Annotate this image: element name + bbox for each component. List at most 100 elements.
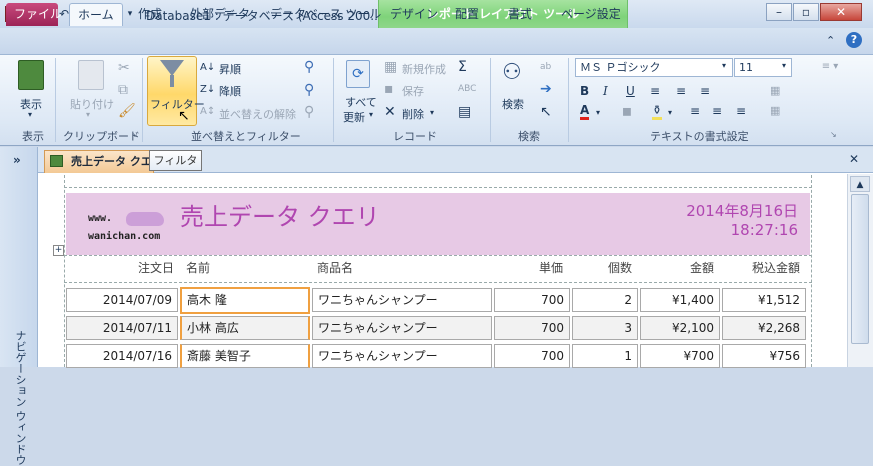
view-icon[interactable] bbox=[18, 60, 44, 90]
new-record-icon[interactable]: ▦ bbox=[384, 59, 397, 75]
alternate-row-icon[interactable]: ▦ bbox=[770, 104, 780, 117]
toggle-filter-icon[interactable]: ⚲ bbox=[304, 104, 314, 120]
nav-pane-label[interactable]: ナビゲーション ウィンドウ bbox=[12, 330, 28, 466]
tab-external-data[interactable]: 外部データ bbox=[182, 3, 258, 26]
selection-filter-icon[interactable]: ⚲ bbox=[304, 59, 314, 75]
advanced-filter-icon[interactable]: ⚲ bbox=[304, 82, 314, 98]
fill-dropdown-icon[interactable]: ▾ bbox=[668, 108, 672, 117]
tab-database-tools[interactable]: データベース ツール bbox=[262, 3, 389, 26]
sort-descending-icon[interactable]: Z↓ bbox=[200, 82, 215, 98]
paste-dropdown-icon[interactable]: ▾ bbox=[86, 110, 90, 119]
delete-label[interactable]: 削除 bbox=[402, 106, 424, 122]
gridlines-icon[interactable]: ▦ bbox=[770, 84, 780, 97]
save-record-icon[interactable]: ▪ bbox=[384, 81, 394, 97]
clipboard-launcher-icon[interactable]: ↘ bbox=[131, 130, 138, 139]
col-header-order-date[interactable]: 注文日 bbox=[68, 259, 174, 276]
col-header-name[interactable]: 名前 bbox=[186, 259, 210, 276]
minimize-ribbon-icon[interactable]: ⌃ bbox=[826, 34, 835, 47]
cell-tax-included[interactable]: ¥2,268 bbox=[722, 316, 806, 340]
underline-icon[interactable]: U bbox=[626, 84, 635, 98]
bold-icon[interactable]: B bbox=[580, 84, 589, 98]
cell-order-date[interactable]: 2014/07/16 bbox=[66, 344, 178, 368]
fill-color-icon[interactable]: ⚱ bbox=[652, 104, 663, 120]
cell-quantity[interactable]: 3 bbox=[572, 316, 638, 340]
goto-icon[interactable]: ➔ bbox=[540, 81, 552, 97]
clear-sort-label[interactable]: 並べ替えの解除 bbox=[219, 106, 296, 122]
paragraph-right-icon[interactable]: ≡ bbox=[736, 104, 746, 118]
refresh-all-label-2[interactable]: 更新 bbox=[343, 109, 365, 125]
close-window-button[interactable]: ✕ bbox=[820, 3, 862, 21]
spelling-icon[interactable]: ABC bbox=[458, 81, 476, 97]
maximize-button[interactable]: ▫ bbox=[793, 3, 819, 21]
save-record-label[interactable]: 保存 bbox=[402, 83, 424, 99]
cell-unit-price[interactable]: 700 bbox=[494, 288, 570, 312]
cell-quantity[interactable]: 1 bbox=[572, 344, 638, 368]
paste-icon[interactable] bbox=[78, 60, 104, 90]
align-right-icon[interactable]: ≡ bbox=[700, 84, 710, 98]
format-painter-icon[interactable]: 🖌 bbox=[118, 103, 136, 119]
cell-tax-included[interactable]: ¥1,512 bbox=[722, 288, 806, 312]
scroll-up-icon[interactable]: ▲ bbox=[850, 176, 870, 192]
scrollbar-thumb[interactable] bbox=[851, 194, 869, 344]
cell-quantity[interactable]: 2 bbox=[572, 288, 638, 312]
totals-icon[interactable]: Σ bbox=[458, 59, 467, 75]
italic-icon[interactable]: I bbox=[603, 84, 608, 98]
clear-sort-icon[interactable]: A↕ bbox=[200, 104, 215, 120]
col-header-quantity[interactable]: 個数 bbox=[574, 259, 632, 276]
font-color-dropdown-icon[interactable]: ▾ bbox=[596, 108, 600, 117]
select-icon[interactable]: ↖ bbox=[540, 104, 552, 120]
report-date[interactable]: 2014年8月16日 bbox=[640, 200, 798, 221]
tab-home[interactable]: ホーム bbox=[69, 3, 123, 26]
size-dropdown-icon[interactable]: ▾ bbox=[782, 61, 786, 70]
sort-ascending-icon[interactable]: A↓ bbox=[200, 60, 215, 76]
paragraph-left-icon[interactable]: ≡ bbox=[690, 104, 700, 118]
refresh-all-icon[interactable]: ⟳ bbox=[346, 60, 370, 88]
col-header-amount[interactable]: 金額 bbox=[644, 259, 714, 276]
tab-design[interactable]: デザイン bbox=[382, 3, 446, 26]
expand-nav-pane-icon[interactable]: » bbox=[13, 153, 21, 167]
font-dropdown-icon[interactable]: ▾ bbox=[722, 61, 726, 70]
close-document-icon[interactable]: ✕ bbox=[849, 152, 859, 166]
copy-icon[interactable]: ⧉ bbox=[118, 82, 128, 98]
cell-name-selected[interactable]: 高木 隆 bbox=[180, 287, 310, 314]
sort-ascending-label[interactable]: 昇順 bbox=[219, 61, 241, 77]
cell-order-date[interactable]: 2014/07/11 bbox=[66, 316, 178, 340]
report-time[interactable]: 18:27:16 bbox=[640, 221, 798, 239]
delete-dropdown-icon[interactable]: ▾ bbox=[430, 108, 434, 117]
background-color-icon[interactable]: ◼ bbox=[622, 104, 632, 118]
tab-arrange[interactable]: 配置 bbox=[447, 3, 487, 26]
cell-product[interactable]: ワニちゃんシャンプー bbox=[312, 288, 492, 312]
col-header-tax-included[interactable]: 税込金額 bbox=[722, 259, 800, 276]
refresh-dropdown-icon[interactable]: ▾ bbox=[369, 110, 373, 119]
cut-icon[interactable]: ✂ bbox=[118, 60, 130, 76]
minimize-button[interactable]: – bbox=[766, 3, 792, 21]
cell-name[interactable]: 小林 高広 bbox=[180, 316, 310, 340]
paragraph-center-icon[interactable]: ≡ bbox=[712, 104, 722, 118]
cell-amount[interactable]: ¥1,400 bbox=[640, 288, 720, 312]
cell-unit-price[interactable]: 700 bbox=[494, 316, 570, 340]
cell-unit-price[interactable]: 700 bbox=[494, 344, 570, 368]
cell-name[interactable]: 斎藤 美智子 bbox=[180, 344, 310, 368]
cell-product[interactable]: ワニちゃんシャンプー bbox=[312, 316, 492, 340]
binoculars-icon[interactable]: ⚇ bbox=[502, 60, 522, 86]
tab-file[interactable]: ファイル bbox=[6, 3, 62, 26]
report-title[interactable]: 売上データ クエリ bbox=[180, 197, 380, 232]
tab-create[interactable]: 作成 bbox=[130, 3, 170, 26]
font-name-combobox[interactable]: ＭＳ Ｐゴシック bbox=[575, 58, 733, 77]
number-format-icon[interactable]: ≡ ▾ bbox=[812, 56, 848, 78]
cell-product[interactable]: ワニちゃんシャンプー bbox=[312, 344, 492, 368]
cell-tax-included[interactable]: ¥756 bbox=[722, 344, 806, 368]
delete-icon[interactable]: ✕ bbox=[384, 104, 396, 120]
col-header-unit-price[interactable]: 単価 bbox=[496, 259, 563, 276]
tab-format[interactable]: 書式 bbox=[500, 3, 540, 26]
replace-icon[interactable]: ab bbox=[540, 59, 551, 75]
align-left-icon[interactable]: ≡ bbox=[650, 84, 660, 98]
font-color-icon[interactable]: A bbox=[580, 104, 590, 120]
cell-amount[interactable]: ¥2,100 bbox=[640, 316, 720, 340]
align-center-icon[interactable]: ≡ bbox=[676, 84, 686, 98]
help-icon[interactable]: ? bbox=[846, 32, 862, 48]
layout-selector-icon[interactable]: + bbox=[53, 245, 64, 256]
col-header-product[interactable]: 商品名 bbox=[317, 259, 353, 276]
text-format-launcher-icon[interactable]: ↘ bbox=[830, 130, 837, 139]
find-label[interactable]: 検索 bbox=[502, 96, 524, 112]
